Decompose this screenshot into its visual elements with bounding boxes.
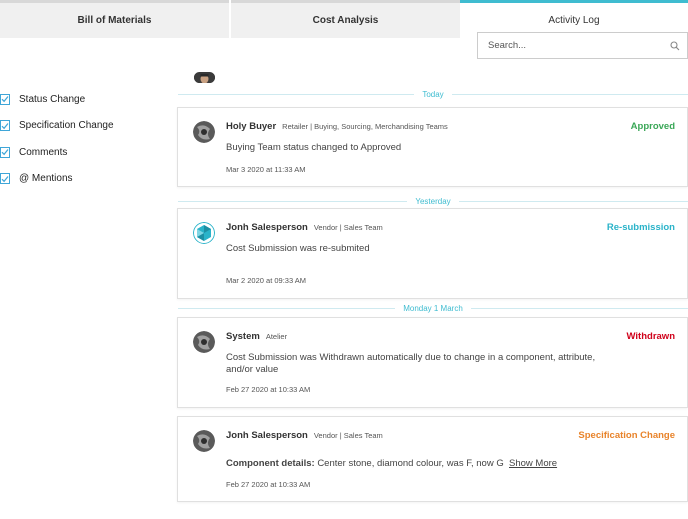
entry-role: Vendor | Sales Team <box>313 223 383 232</box>
status-badge: Specification Change <box>578 430 675 441</box>
entry-timestamp: Mar 2 2020 at 09:33 AM <box>226 276 307 285</box>
activity-entry: Jonh Salesperson Vendor | Sales Team Spec… <box>177 416 688 502</box>
entry-author: Jonh Salesperson Vendor | Sales Team <box>226 222 383 233</box>
activity-entry: Jonh Salesperson Vendor | Sales Team Re-s… <box>177 208 688 299</box>
activity-entry: System Atelier Withdrawn Cost Submission … <box>177 317 688 408</box>
search-icon[interactable] <box>663 33 687 58</box>
entry-message: Cost Submission was Withdrawn automatica… <box>226 352 596 375</box>
filter-status-change[interactable]: Status Change <box>0 86 114 113</box>
search-input[interactable] <box>478 33 663 58</box>
checkbox[interactable] <box>0 146 10 158</box>
tab-bill-of-materials[interactable]: Bill of Materials <box>0 0 229 38</box>
filter-label: Specification Change <box>19 120 114 132</box>
separator-label: Monday 1 March <box>403 303 463 313</box>
entry-role: Atelier <box>265 332 288 341</box>
avatar <box>193 430 215 452</box>
day-separator: Today <box>178 88 688 100</box>
filter-specification-change[interactable]: Specification Change <box>0 113 114 140</box>
tab-label: Cost Analysis <box>312 15 379 26</box>
entry-author: Holy Buyer Retailer | Buying, Sourcing, M… <box>226 121 448 132</box>
filter-label: @ Mentions <box>19 173 73 185</box>
status-badge: Approved <box>630 121 675 132</box>
activity-filters: Status Change Specification Change Comme… <box>0 86 114 192</box>
current-user-avatar[interactable] <box>194 72 215 83</box>
status-badge: Withdrawn <box>626 331 675 342</box>
entry-timestamp: Feb 27 2020 at 10:33 AM <box>226 480 311 489</box>
entry-author: System Atelier <box>226 331 288 342</box>
filter-label: Comments <box>19 146 68 158</box>
avatar <box>193 121 215 143</box>
entry-role: Vendor | Sales Team <box>313 431 383 440</box>
check-icon <box>1 96 9 103</box>
entry-timestamp: Feb 27 2020 at 10:33 AM <box>226 385 311 394</box>
checkbox[interactable] <box>0 120 10 132</box>
search-box <box>477 32 688 59</box>
message-label: Component details: <box>226 458 315 469</box>
day-separator: Monday 1 March <box>178 302 688 314</box>
status-badge: Re-submission <box>606 222 675 233</box>
entry-timestamp: Mar 3 2020 at 11:33 AM <box>226 165 306 174</box>
entry-message: Cost Submission was re-submited <box>226 243 370 254</box>
show-more-link[interactable]: Show More <box>509 458 557 469</box>
entry-message: Buying Team status changed to Approved <box>226 142 402 153</box>
check-icon <box>1 175 9 182</box>
check-icon <box>1 149 9 156</box>
tab-label: Bill of Materials <box>77 15 152 26</box>
separator-label: Yesterday <box>415 196 451 206</box>
tab-label: Activity Log <box>548 15 600 26</box>
filter-label: Status Change <box>19 93 86 105</box>
message-text: Center stone, diamond colour, was F, now… <box>317 458 504 469</box>
filter-comments[interactable]: Comments <box>0 139 114 166</box>
tab-cost-analysis[interactable]: Cost Analysis <box>231 0 460 38</box>
checkbox[interactable] <box>0 173 10 185</box>
entry-role: Retailer | Buying, Sourcing, Merchandisi… <box>282 122 448 131</box>
checkbox[interactable] <box>0 93 10 105</box>
avatar <box>193 331 215 353</box>
activity-entry: Holy Buyer Retailer | Buying, Sourcing, M… <box>177 107 688 187</box>
entry-message: Component details: Center stone, diamond… <box>226 458 606 470</box>
separator-label: Today <box>422 89 444 99</box>
entry-author: Jonh Salesperson Vendor | Sales Team <box>226 430 383 441</box>
check-icon <box>1 122 9 129</box>
filter-mentions[interactable]: @ Mentions <box>0 166 114 193</box>
avatar <box>193 222 215 244</box>
day-separator: Yesterday <box>178 195 688 207</box>
